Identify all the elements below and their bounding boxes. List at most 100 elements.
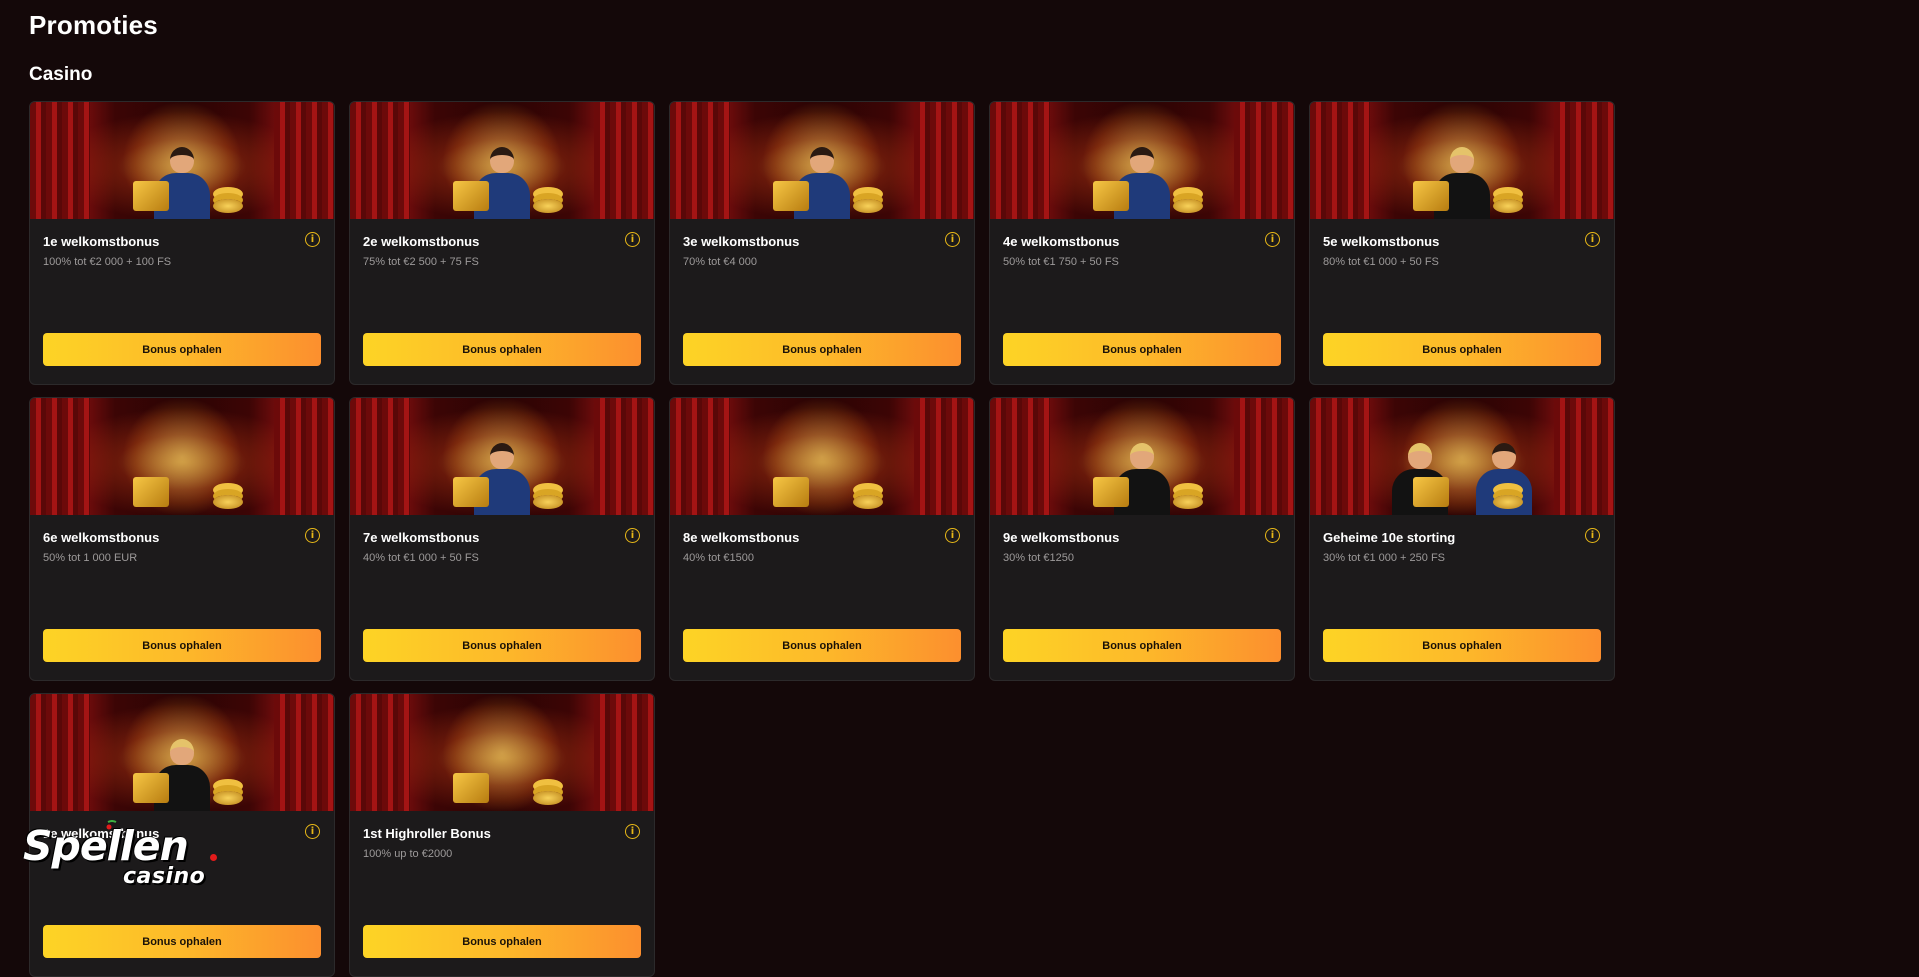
figure-head bbox=[810, 147, 834, 173]
claim-bonus-button[interactable]: Bonus ophalen bbox=[1323, 333, 1601, 366]
claim-bonus-button[interactable]: Bonus ophalen bbox=[683, 333, 961, 366]
promo-banner-image bbox=[350, 398, 654, 515]
promo-title: 6e welkomstbonus bbox=[43, 530, 160, 545]
promo-card-body: 4e welkomstbonus 50% tot €1 750 + 50 FS i bbox=[990, 219, 1294, 268]
figure-head bbox=[1492, 443, 1516, 469]
promo-description: 80% tot €1 000 + 50 FS bbox=[1323, 256, 1439, 268]
promo-title: 1st Highroller Bonus bbox=[363, 826, 491, 841]
curtain-left bbox=[990, 102, 1050, 219]
claim-bonus-button[interactable]: Bonus ophalen bbox=[1003, 333, 1281, 366]
promo-card[interactable]: Geheime 10e storting 30% tot €1 000 + 250… bbox=[1309, 397, 1615, 681]
info-icon[interactable]: i bbox=[625, 824, 640, 839]
promo-card-body: 6e welkomstbonus 50% tot 1 000 EUR i bbox=[30, 515, 334, 564]
claim-bonus-button[interactable]: Bonus ophalen bbox=[1003, 629, 1281, 662]
trophy-icon bbox=[1093, 477, 1130, 507]
claim-bonus-button[interactable]: Bonus ophalen bbox=[363, 333, 641, 366]
curtain-right bbox=[1554, 398, 1614, 515]
figure-head bbox=[1408, 443, 1432, 469]
mystery-box-icon bbox=[1413, 477, 1450, 507]
info-icon[interactable]: i bbox=[625, 528, 640, 543]
coins-icon bbox=[212, 199, 243, 213]
figure-head bbox=[490, 147, 514, 173]
promo-title: 7e welkomstbonus bbox=[363, 530, 480, 545]
promo-card[interactable]: 1st Highroller Bonus 100% up to €2000 i Bon… bbox=[349, 693, 655, 977]
gift-pile-icon bbox=[133, 477, 170, 507]
promo-card[interactable]: 5e welkomstbonus 80% tot €1 000 + 50 FS i B… bbox=[1309, 101, 1615, 385]
coins-icon bbox=[532, 495, 563, 509]
info-icon[interactable]: i bbox=[945, 528, 960, 543]
info-icon[interactable]: i bbox=[305, 528, 320, 543]
promo-card[interactable]: 7e welkomstbonus 40% tot €1 000 + 50 FS i B… bbox=[349, 397, 655, 681]
info-icon[interactable]: i bbox=[625, 232, 640, 247]
roulette-icon bbox=[133, 773, 170, 803]
claim-bonus-button[interactable]: Bonus ophalen bbox=[363, 925, 641, 958]
info-icon[interactable]: i bbox=[945, 232, 960, 247]
promo-banner-image bbox=[30, 102, 334, 219]
promo-card-body: 1e welkomstbonus 100% tot €2 000 + 100 FS… bbox=[30, 219, 334, 268]
claim-bonus-button[interactable]: Bonus ophalen bbox=[683, 629, 961, 662]
figure-head bbox=[1450, 147, 1474, 173]
section-title-casino: Casino bbox=[29, 64, 93, 85]
promo-description: 75% tot €2 500 + 75 FS bbox=[363, 256, 479, 268]
promo-card[interactable]: 1e welkomstbonus 100% tot €2 000 + 100 FS… bbox=[29, 101, 335, 385]
curtain-left bbox=[990, 398, 1050, 515]
info-icon[interactable]: i bbox=[305, 232, 320, 247]
promo-title: Geheime 10e storting bbox=[1323, 530, 1456, 545]
promo-title: 4e welkomstbonus bbox=[1003, 234, 1120, 249]
promo-card[interactable]: 8e welkomstbonus 40% tot €1500 i Bonus opha… bbox=[669, 397, 975, 681]
promo-banner-image bbox=[990, 398, 1294, 515]
curtain-right bbox=[274, 694, 334, 811]
promo-card[interactable]: 4e welkomstbonus 50% tot €1 750 + 50 FS i B… bbox=[989, 101, 1295, 385]
promo-card-body: 3e welkomstbonus 70% tot €4 000 i bbox=[670, 219, 974, 268]
curtain-right bbox=[1234, 102, 1294, 219]
promo-banner-image bbox=[30, 694, 334, 811]
curtain-left bbox=[350, 694, 410, 811]
promo-description: 40% tot €1 000 + 50 FS bbox=[363, 552, 479, 564]
claim-bonus-button[interactable]: Bonus ophalen bbox=[43, 925, 321, 958]
cherry-icon bbox=[106, 820, 117, 830]
promo-card-body: 8e welkomstbonus 40% tot €1500 i bbox=[670, 515, 974, 564]
promo-card[interactable]: 3e welkomstbonus 70% tot €4 000 i Bonus oph… bbox=[669, 101, 975, 385]
figure-head bbox=[170, 147, 194, 173]
promo-banner-image bbox=[1310, 102, 1614, 219]
curtain-right bbox=[1554, 102, 1614, 219]
promo-title: 2e welkomstbonus bbox=[363, 234, 480, 249]
promo-description: 50% tot 1 000 EUR bbox=[43, 552, 138, 564]
coins-icon bbox=[1492, 199, 1523, 213]
coins-icon bbox=[1492, 495, 1523, 509]
promo-banner-image bbox=[30, 398, 334, 515]
info-icon[interactable]: i bbox=[305, 824, 320, 839]
info-icon[interactable]: i bbox=[1265, 528, 1280, 543]
gift-box-icon bbox=[1413, 181, 1450, 211]
promo-description: 40% tot €1500 bbox=[683, 552, 754, 564]
figure-head bbox=[1130, 443, 1154, 469]
promo-description: 50% tot €1 750 + 50 FS bbox=[1003, 256, 1119, 268]
treasure-case-icon bbox=[773, 181, 810, 211]
promo-card[interactable]: 9e welkomstbonus 30% tot €1250 i Bonus opha… bbox=[989, 397, 1295, 681]
promotion-grid: 1e welkomstbonus 100% tot €2 000 + 100 FS… bbox=[29, 101, 1615, 977]
gift-box-icon bbox=[133, 181, 170, 211]
promo-description: 30% tot €1 000 + 250 FS bbox=[1323, 552, 1446, 564]
coins-icon bbox=[212, 791, 243, 805]
curtain-left bbox=[30, 398, 90, 515]
claim-bonus-button[interactable]: Bonus ophalen bbox=[43, 333, 321, 366]
figure-head bbox=[490, 443, 514, 469]
info-icon[interactable]: i bbox=[1585, 528, 1600, 543]
promo-card[interactable]: 6e welkomstbonus 50% tot 1 000 EUR i Bonus … bbox=[29, 397, 335, 681]
info-icon[interactable]: i bbox=[1265, 232, 1280, 247]
coins-icon bbox=[532, 791, 563, 805]
promo-title: 5e welkomstbonus bbox=[1323, 234, 1440, 249]
site-logo[interactable]: Spellen casino bbox=[23, 820, 217, 888]
coins-icon bbox=[1172, 199, 1203, 213]
claim-bonus-button[interactable]: Bonus ophalen bbox=[363, 629, 641, 662]
chips-cocktail-icon bbox=[773, 477, 810, 507]
claim-bonus-button[interactable]: Bonus ophalen bbox=[1323, 629, 1601, 662]
promo-banner-image bbox=[670, 398, 974, 515]
info-icon[interactable]: i bbox=[1585, 232, 1600, 247]
curtain-right bbox=[914, 398, 974, 515]
promo-card[interactable]: 2e welkomstbonus 75% tot €2 500 + 75 FS i B… bbox=[349, 101, 655, 385]
curtain-left bbox=[670, 102, 730, 219]
claim-bonus-button[interactable]: Bonus ophalen bbox=[43, 629, 321, 662]
promo-banner-image bbox=[990, 102, 1294, 219]
curtain-right bbox=[594, 102, 654, 219]
